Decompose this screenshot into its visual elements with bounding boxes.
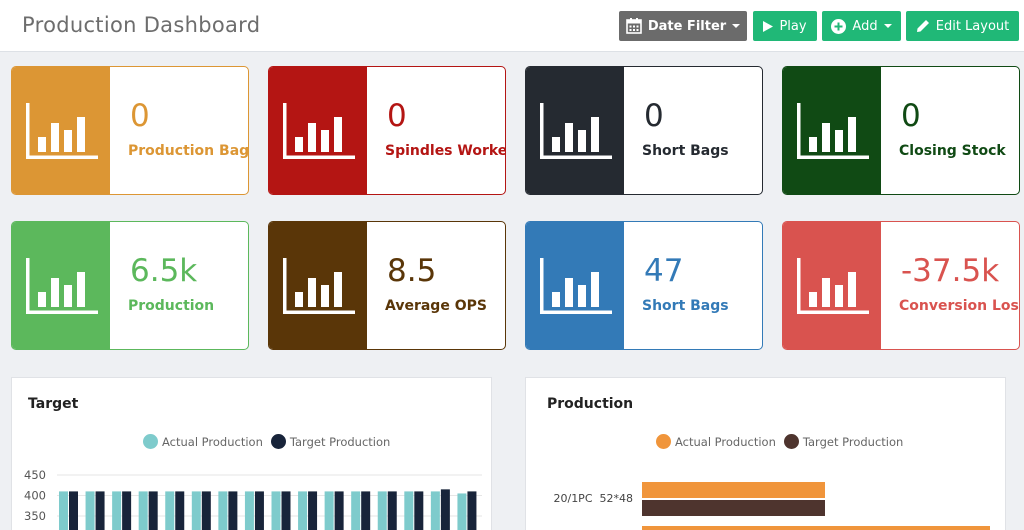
page-title: Production Dashboard xyxy=(22,13,261,37)
stat-value: 8.5 xyxy=(387,253,437,289)
top-bar: Production Dashboard Date Filter Play Ad… xyxy=(0,0,1024,52)
bar-target[interactable] xyxy=(281,491,291,530)
bar-actual[interactable] xyxy=(218,491,228,530)
bar-actual[interactable] xyxy=(59,491,68,530)
calendar-icon xyxy=(626,18,642,34)
date-filter-button[interactable]: Date Filter xyxy=(619,11,747,41)
bar-target[interactable] xyxy=(440,489,450,530)
bar-actual[interactable] xyxy=(457,493,467,530)
add-button[interactable]: Add xyxy=(822,11,901,41)
y-tick-label: 350 xyxy=(24,509,46,523)
stat-card[interactable]: 0 Spindles Worked xyxy=(268,66,506,195)
bar-target[interactable] xyxy=(642,500,825,516)
bar-actual[interactable] xyxy=(642,526,990,530)
bar-target[interactable] xyxy=(175,491,185,530)
stat-card[interactable]: 6.5k Production xyxy=(11,221,249,350)
stat-icon-box xyxy=(526,222,624,349)
stat-card[interactable]: 0 Closing Stock xyxy=(782,66,1020,195)
bar-target[interactable] xyxy=(467,491,477,530)
bar-actual[interactable] xyxy=(165,491,175,530)
stat-card[interactable]: 0 Production Bags xyxy=(11,66,249,195)
bar-chart-icon xyxy=(540,257,612,314)
stat-card[interactable]: -37.5k Conversion Lost xyxy=(782,221,1020,350)
bar-target[interactable] xyxy=(148,491,158,530)
bar-chart-icon xyxy=(26,102,98,159)
stat-icon-box xyxy=(783,67,881,194)
y-tick-label: 400 xyxy=(24,489,46,503)
bar-chart-icon xyxy=(283,257,355,314)
bar-actual[interactable] xyxy=(244,491,254,530)
add-label: Add xyxy=(852,18,878,34)
stat-value: 47 xyxy=(644,253,684,289)
bar-actual[interactable] xyxy=(138,491,148,530)
bar-target[interactable] xyxy=(308,491,318,530)
stat-label: Average OPS xyxy=(385,298,487,314)
stat-icon-box xyxy=(12,67,110,194)
bar-actual[interactable] xyxy=(377,491,387,530)
edit-layout-button[interactable]: Edit Layout xyxy=(906,11,1019,41)
production-chart: 20/1PC 52*48 xyxy=(553,482,990,530)
stat-icon-box xyxy=(269,67,367,194)
stat-value: 0 xyxy=(901,98,921,134)
play-icon xyxy=(763,20,774,32)
stat-label: Short Bags xyxy=(642,143,729,159)
stat-card[interactable]: 47 Short Bags xyxy=(525,221,763,350)
production-panel: Production Actual Production Target Prod… xyxy=(525,377,1006,530)
bar-actual[interactable] xyxy=(298,491,308,530)
date-filter-label: Date Filter xyxy=(647,18,727,34)
bar-target[interactable] xyxy=(95,491,105,530)
edit-layout-label: Edit Layout xyxy=(935,18,1010,34)
y-tick-label: 450 xyxy=(24,468,46,482)
bar-actual[interactable] xyxy=(112,491,122,530)
bar-actual[interactable] xyxy=(85,491,95,530)
bar-target[interactable] xyxy=(228,491,238,530)
stat-label: Production Bags xyxy=(128,143,249,159)
stat-icon-box xyxy=(269,222,367,349)
bar-target[interactable] xyxy=(69,491,78,530)
stat-card[interactable]: 8.5 Average OPS xyxy=(268,221,506,350)
stat-label: Short Bags xyxy=(642,298,729,314)
bar-actual[interactable] xyxy=(642,482,825,498)
bar-actual[interactable] xyxy=(324,491,334,530)
stat-icon-box xyxy=(783,222,881,349)
bar-actual[interactable] xyxy=(351,491,361,530)
bar-chart-icon xyxy=(26,257,98,314)
pencil-icon xyxy=(916,19,930,33)
stat-label: Conversion Lost xyxy=(899,298,1020,314)
bar-chart-icon xyxy=(540,102,612,159)
bar-target[interactable] xyxy=(361,491,371,530)
play-label: Play xyxy=(779,18,807,34)
bar-target[interactable] xyxy=(122,491,132,530)
stat-value: 0 xyxy=(387,98,407,134)
bar-chart-icon xyxy=(283,102,355,159)
stat-value: 0 xyxy=(644,98,664,134)
stat-icon-box xyxy=(12,222,110,349)
stat-value: -37.5k xyxy=(901,253,1000,289)
play-button[interactable]: Play xyxy=(753,11,817,41)
bar-target[interactable] xyxy=(334,491,344,530)
category-label: 20/1PC 52*48 xyxy=(553,492,633,505)
bar-actual[interactable] xyxy=(191,491,201,530)
stat-label: Closing Stock xyxy=(899,143,1006,159)
caret-down-icon xyxy=(732,24,741,28)
bar-target[interactable] xyxy=(414,491,424,530)
bar-chart-icon xyxy=(797,102,869,159)
caret-down-icon xyxy=(883,24,892,28)
plus-circle-icon xyxy=(831,18,847,34)
stat-value: 6.5k xyxy=(130,253,198,289)
bar-target[interactable] xyxy=(201,491,211,530)
target-chart: 450 400 350 xyxy=(24,468,482,530)
stat-card[interactable]: 0 Short Bags xyxy=(525,66,763,195)
bar-target[interactable] xyxy=(254,491,264,530)
stat-icon-box xyxy=(526,67,624,194)
stat-value: 0 xyxy=(130,98,150,134)
bar-actual[interactable] xyxy=(404,491,414,530)
target-panel: Target Actual Production Target Producti… xyxy=(11,377,492,530)
bar-actual[interactable] xyxy=(271,491,281,530)
bar-actual[interactable] xyxy=(430,491,440,530)
stat-label: Spindles Worked xyxy=(385,143,506,159)
bar-target[interactable] xyxy=(387,491,397,530)
stat-label: Production xyxy=(128,298,215,314)
bar-chart-icon xyxy=(797,257,869,314)
